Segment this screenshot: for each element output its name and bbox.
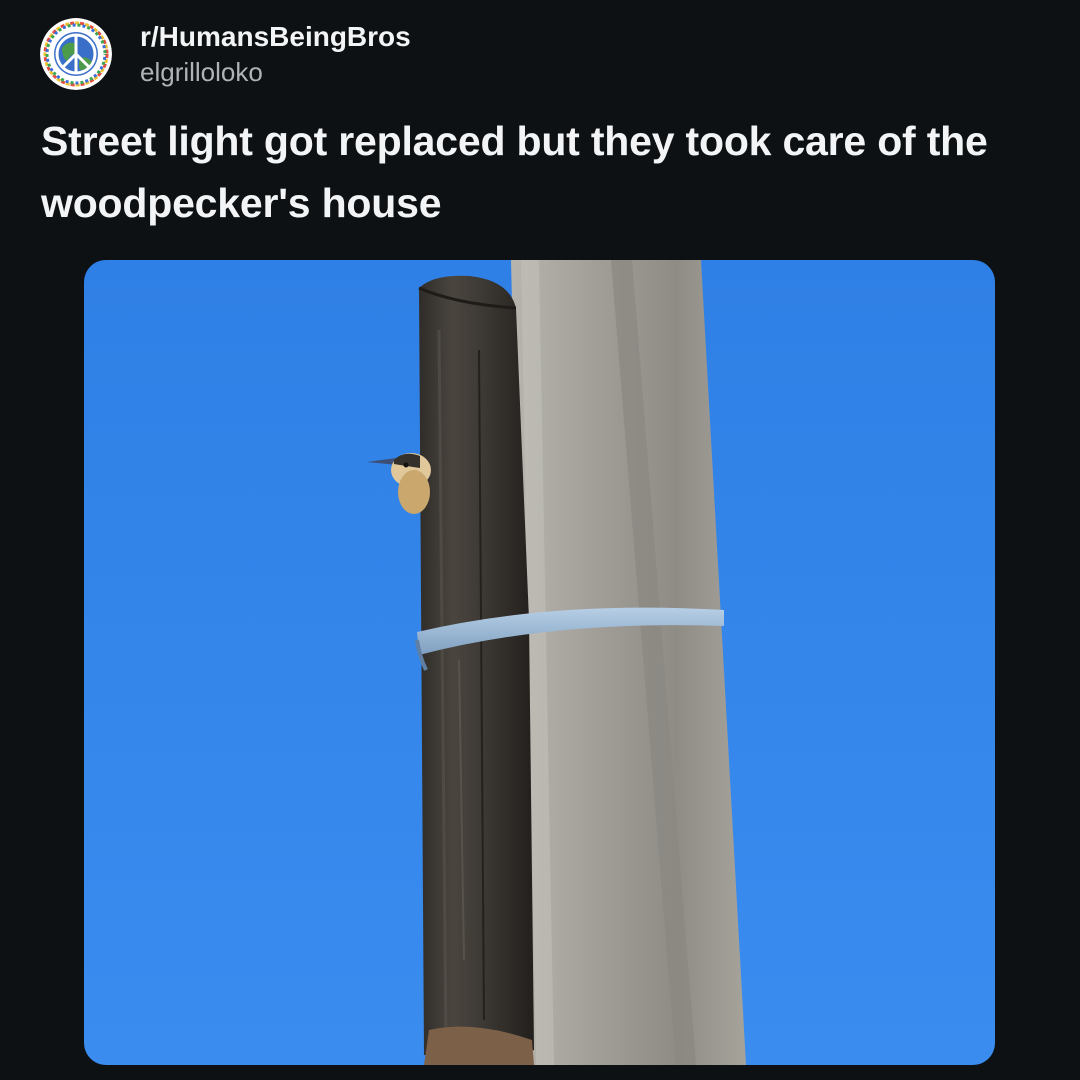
post-image[interactable] [84, 260, 995, 1065]
post-header: r/HumansBeingBros elgrilloloko [40, 14, 411, 94]
post-title[interactable]: Street light got replaced but they took … [41, 110, 1021, 234]
subreddit-avatar[interactable] [40, 18, 112, 90]
post-author[interactable]: elgrilloloko [140, 56, 411, 88]
woodpecker-pole-photo [84, 260, 995, 1065]
subreddit-name[interactable]: r/HumansBeingBros [140, 20, 411, 54]
post-card: r/HumansBeingBros elgrilloloko Street li… [0, 0, 1080, 1080]
peace-globe-icon [40, 18, 112, 90]
post-meta: r/HumansBeingBros elgrilloloko [140, 20, 411, 88]
